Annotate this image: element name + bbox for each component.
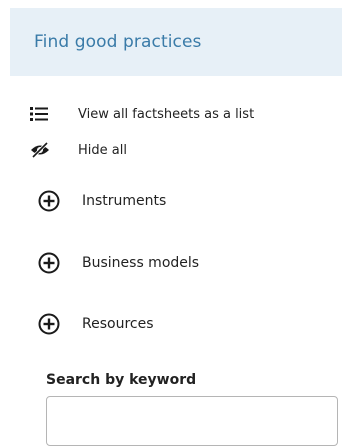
accordion-instruments[interactable]: Instruments (38, 190, 166, 212)
panel-header: Find good practices (10, 8, 342, 76)
accordion-instruments-label: Instruments (82, 193, 167, 209)
view-all-list-label: View all factsheets as a list (78, 106, 255, 122)
search-input[interactable] (46, 396, 338, 446)
panel-title: Find good practices (34, 32, 202, 52)
list-icon (30, 106, 52, 122)
plus-circle-icon (38, 313, 60, 335)
eye-slash-icon (30, 142, 52, 158)
search-label: Search by keyword (46, 372, 197, 388)
plus-circle-icon (38, 190, 60, 212)
accordion-business-models[interactable]: Business models (38, 252, 199, 274)
view-all-list-link[interactable]: View all factsheets as a list (30, 106, 254, 122)
accordion-resources-label: Resources (82, 316, 154, 332)
accordion-resources[interactable]: Resources (38, 313, 154, 335)
hide-all-label: Hide all (78, 142, 127, 158)
accordion-business-models-label: Business models (82, 255, 200, 271)
hide-all-link[interactable]: Hide all (30, 142, 127, 158)
plus-circle-icon (38, 252, 60, 274)
